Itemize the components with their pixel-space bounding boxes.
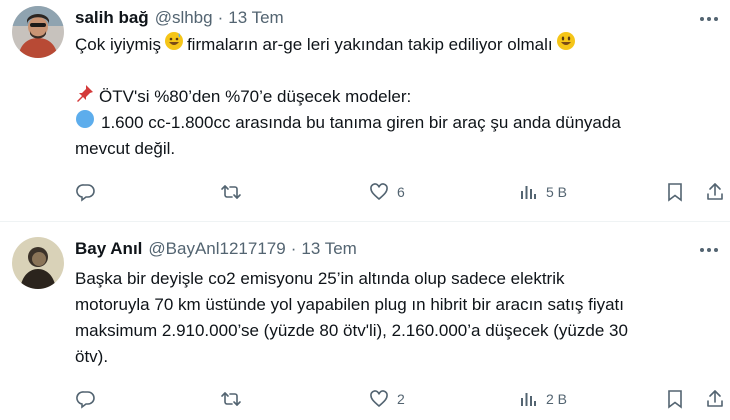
bookmark-button[interactable] — [666, 387, 684, 411]
like-icon — [369, 182, 389, 202]
share-icon — [705, 182, 725, 202]
action-bar: 2 2 B — [0, 387, 730, 411]
tweet-header: salih bağ @slhbg · 13 Tem — [75, 7, 284, 29]
bookmark-button[interactable] — [666, 180, 684, 204]
reply-icon — [76, 389, 96, 409]
like-button[interactable]: 6 — [369, 180, 405, 204]
user-handle[interactable]: @slhbg — [155, 8, 213, 28]
tweet-text-line: maksimum 2.910.000’se (yüzde 80 ötv'li),… — [75, 321, 628, 340]
share-icon — [705, 389, 725, 409]
retweet-icon — [220, 182, 242, 202]
tweet-text-line: mevcut değil. — [75, 139, 176, 158]
retweet-icon — [220, 389, 242, 409]
user-name[interactable]: Bay Anıl — [75, 239, 142, 259]
user-handle[interactable]: @BayAnl1217179 — [148, 239, 285, 259]
more-icon[interactable] — [696, 239, 722, 261]
view-count: 2 B — [546, 391, 568, 407]
tweet-header: Bay Anıl @BayAnl1217179 · 13 Tem — [75, 238, 357, 260]
reply-icon — [76, 182, 96, 202]
views-icon — [518, 389, 538, 409]
grinning-sweat-emoji — [164, 31, 184, 59]
tweet[interactable]: salih bağ @slhbg · 13 Tem Çok iyiymiş fi… — [0, 0, 730, 221]
more-icon[interactable] — [696, 8, 722, 30]
tweet-text-line: Başka bir deyişle co2 emisyonu 25’in alt… — [75, 269, 565, 288]
smiley-emoji — [556, 31, 576, 59]
like-button[interactable]: 2 — [369, 387, 405, 411]
tweet-text-line: motoruyla 70 km üstünde yol yapabilen pl… — [75, 295, 625, 314]
share-button[interactable] — [705, 180, 725, 204]
tweet-text-line: ÖTV'si %80’den %70’e düşecek modeler: — [99, 87, 412, 106]
like-count: 6 — [397, 184, 405, 200]
bookmark-icon — [666, 389, 684, 409]
bookmark-icon — [666, 182, 684, 202]
reply-button[interactable] — [76, 387, 96, 411]
tweet-text: Başka bir deyişle co2 emisyonu 25’in alt… — [75, 266, 715, 370]
tweet-text-line: 1.600 cc-1.800cc arasında bu tanıma gire… — [101, 113, 621, 132]
pushpin-emoji — [75, 83, 95, 111]
timestamp[interactable]: 13 Tem — [301, 239, 356, 259]
like-icon — [369, 389, 389, 409]
views-icon — [518, 182, 538, 202]
view-count: 5 B — [546, 184, 568, 200]
tweet[interactable]: Bay Anıl @BayAnl1217179 · 13 Tem Başka b… — [0, 222, 730, 420]
tweet-text-line: Çok iyiymiş — [75, 35, 161, 54]
reply-button[interactable] — [76, 180, 96, 204]
action-bar: 6 5 B — [0, 180, 730, 204]
retweet-button[interactable] — [220, 387, 242, 411]
tweet-text-line: firmaların ar-ge leri yakından takip edi… — [186, 35, 553, 54]
separator-dot: · — [217, 8, 224, 27]
tweet-text: Çok iyiymiş firmaların ar-ge leri yakınd… — [75, 32, 715, 162]
avatar[interactable] — [12, 237, 64, 289]
blue-circle-emoji — [75, 109, 95, 137]
views-button[interactable]: 2 B — [518, 387, 567, 411]
retweet-button[interactable] — [220, 180, 242, 204]
timestamp[interactable]: 13 Tem — [228, 8, 283, 28]
user-name[interactable]: salih bağ — [75, 8, 149, 28]
avatar[interactable] — [12, 6, 64, 58]
share-button[interactable] — [705, 387, 725, 411]
tweet-text-line: ötv). — [75, 347, 109, 366]
like-count: 2 — [397, 391, 405, 407]
separator-dot: · — [290, 239, 297, 258]
views-button[interactable]: 5 B — [518, 180, 567, 204]
